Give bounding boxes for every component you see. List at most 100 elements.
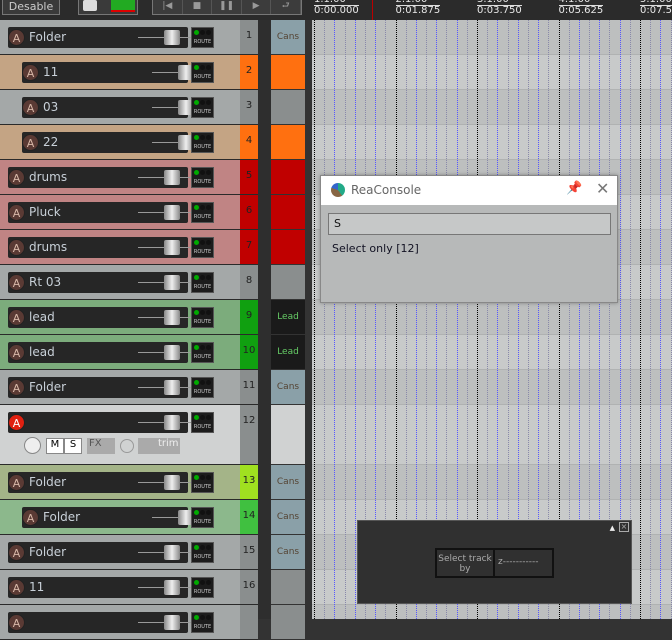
close-icon[interactable]: ✕ [596, 179, 609, 198]
track-number[interactable]: 14 [240, 500, 258, 535]
volume-fader-handle[interactable] [164, 345, 180, 360]
track-name[interactable]: Folder [29, 30, 66, 44]
track-number[interactable]: 3 [240, 90, 258, 125]
track-row[interactable]: A 03 ROUTE [0, 90, 240, 125]
record-arm-button[interactable]: A [8, 544, 25, 561]
track-number[interactable]: 15 [240, 535, 258, 570]
volume-fader-handle[interactable] [164, 240, 180, 255]
record-arm-button[interactable]: A [22, 134, 39, 151]
track-number[interactable]: 9 [240, 300, 258, 335]
route-button[interactable]: ROUTE [191, 62, 214, 83]
track-number[interactable]: 2 [240, 55, 258, 90]
track-name[interactable]: lead [29, 310, 55, 324]
track-row[interactable]: A Rt 03 ROUTE [0, 265, 240, 300]
timeline-ruler[interactable]: 1.1.000:00.000 2.1.000:01.875 3.1.000:03.7… [312, 0, 672, 20]
track-row[interactable]: A ROUTE M S FX trim [0, 405, 240, 465]
track-name[interactable]: Rt 03 [29, 275, 61, 289]
track-name[interactable]: Pluck [29, 205, 61, 219]
track-row[interactable]: Adrums ROUTE [0, 230, 240, 265]
track-lane[interactable] [312, 405, 672, 465]
track-lane[interactable] [312, 300, 672, 335]
track-lane[interactable] [312, 125, 672, 160]
volume-fader-handle[interactable] [164, 205, 180, 220]
pin-icon[interactable]: ▲ [610, 524, 615, 532]
select-track-by-button[interactable]: Select track by [435, 548, 495, 578]
track-name[interactable]: Folder [29, 545, 66, 559]
record-arm-button[interactable]: A [8, 379, 25, 396]
track-number[interactable] [240, 605, 258, 640]
track-lane[interactable] [312, 605, 672, 619]
volume-fader-handle[interactable] [164, 415, 180, 430]
route-button[interactable]: ROUTE [191, 577, 214, 598]
track-row[interactable]: A 11 ROUTE [0, 570, 240, 605]
route-button[interactable]: ROUTE [191, 132, 214, 153]
track-number[interactable]: 6 [240, 195, 258, 230]
track-name[interactable]: Folder [29, 475, 66, 489]
volume-fader-handle[interactable] [164, 30, 180, 45]
route-button[interactable]: ROUTE [191, 97, 214, 118]
track-lane[interactable] [312, 370, 672, 405]
pause-button[interactable]: ❚❚ [212, 0, 242, 14]
route-button[interactable]: ROUTE [191, 412, 214, 433]
route-button[interactable]: ROUTE [191, 272, 214, 293]
track-row[interactable]: Adrums ROUTE [0, 160, 240, 195]
record-arm-button[interactable]: A [8, 274, 25, 291]
volume-fader-handle[interactable] [164, 615, 180, 630]
pin-icon[interactable]: 📌 [566, 181, 582, 196]
record-arm-button[interactable]: A [8, 344, 25, 361]
track-row[interactable]: A 22 ROUTE [0, 125, 240, 160]
track-name[interactable]: Folder [29, 380, 66, 394]
track-name[interactable]: drums [29, 170, 67, 184]
go-start-button[interactable]: |◀ [153, 0, 183, 14]
record-arm-button[interactable]: A [22, 509, 39, 526]
record-arm-button[interactable]: A [8, 474, 25, 491]
track-row[interactable]: A Folder ROUTE [0, 370, 240, 405]
track-lane[interactable] [312, 335, 672, 370]
volume-fader-handle[interactable] [164, 275, 180, 290]
select-track-field[interactable]: z----------- [495, 548, 554, 578]
track-number[interactable]: 12 [240, 405, 258, 465]
track-row[interactable]: Alead ROUTE [0, 300, 240, 335]
route-button[interactable]: ROUTE [191, 27, 214, 48]
track-number[interactable]: 7 [240, 230, 258, 265]
close-icon[interactable]: × [619, 522, 629, 532]
volume-fader-handle[interactable] [164, 475, 180, 490]
track-row[interactable]: A 11 ROUTE [0, 55, 240, 90]
record-arm-button[interactable]: A [8, 614, 25, 631]
track-name[interactable]: Folder [43, 510, 80, 524]
track-number[interactable]: 16 [240, 570, 258, 605]
route-button[interactable]: ROUTE [191, 542, 214, 563]
volume-fader-handle[interactable] [164, 170, 180, 185]
record-arm-button[interactable]: A [8, 204, 25, 221]
repeat-button[interactable]: ⮐ [271, 0, 301, 14]
desable-button[interactable]: Desable [2, 0, 60, 15]
volume-fader-handle[interactable] [164, 310, 180, 325]
route-button[interactable]: ROUTE [191, 472, 214, 493]
track-row[interactable]: A ROUTE [0, 605, 240, 640]
route-button[interactable]: ROUTE [191, 377, 214, 398]
volume-fader-handle[interactable] [164, 545, 180, 560]
record-arm-button[interactable]: A [8, 579, 25, 596]
track-number[interactable]: 11 [240, 370, 258, 405]
record-arm-button[interactable]: A [8, 169, 25, 186]
track-lane[interactable] [312, 20, 672, 55]
track-row[interactable]: A Folder ROUTE [0, 500, 240, 535]
record-arm-button[interactable]: A [22, 64, 39, 81]
grid-snap-icon[interactable] [111, 0, 135, 12]
track-name[interactable]: drums [29, 240, 67, 254]
track-name[interactable]: 03 [43, 100, 58, 114]
track-name[interactable]: 11 [43, 65, 58, 79]
track-lane[interactable] [312, 465, 672, 500]
trim-automation-button[interactable]: trim [138, 438, 180, 454]
volume-fader-handle[interactable] [164, 380, 180, 395]
track-name[interactable]: lead [29, 345, 55, 359]
command-input[interactable]: S [328, 213, 611, 235]
pan-knob[interactable] [24, 437, 41, 454]
lock-toggle[interactable] [78, 0, 138, 15]
route-button[interactable]: ROUTE [191, 342, 214, 363]
route-button[interactable]: ROUTE [191, 612, 214, 633]
record-arm-button[interactable]: A [8, 29, 25, 46]
reaconsole-titlebar[interactable]: ReaConsole 📌 ✕ [321, 176, 617, 205]
track-lane[interactable] [312, 55, 672, 90]
track-row[interactable]: A Pluck ROUTE [0, 195, 240, 230]
